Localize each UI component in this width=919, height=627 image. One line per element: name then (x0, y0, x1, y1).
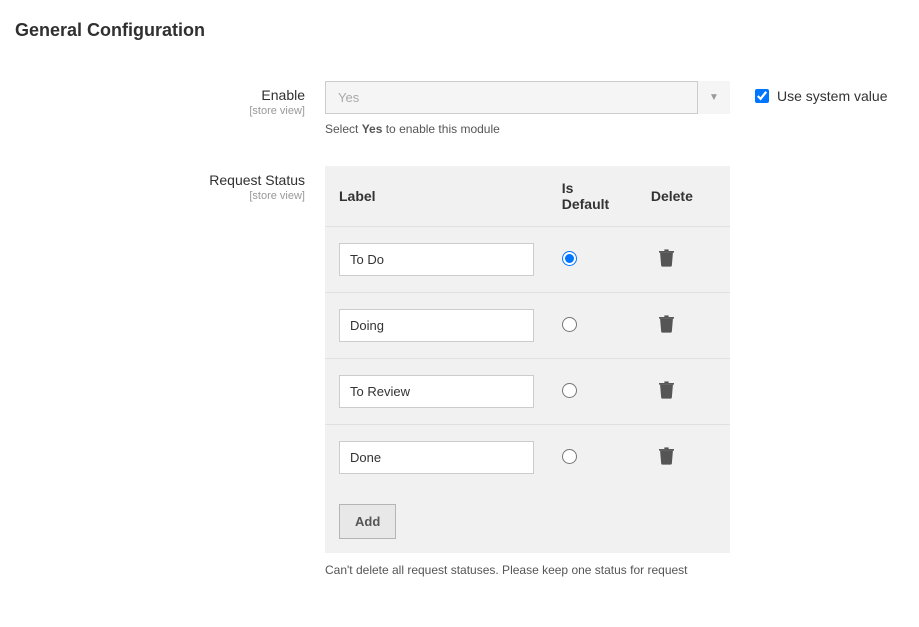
trash-icon[interactable] (659, 315, 674, 336)
enable-select-value: Yes (325, 81, 730, 114)
table-row (325, 293, 730, 359)
enable-note-prefix: Select (325, 122, 362, 136)
table-row (325, 359, 730, 425)
request-status-scope: [store view] (15, 190, 305, 202)
status-label-input[interactable] (339, 309, 534, 342)
section-title: General Configuration (15, 20, 904, 41)
chevron-down-icon: ▼ (697, 81, 730, 114)
status-table: Label Is Default Delete Add (325, 166, 730, 553)
request-status-note: Can't delete all request statuses. Pleas… (325, 563, 730, 577)
trash-icon[interactable] (659, 381, 674, 402)
enable-scope: [store view] (15, 105, 305, 117)
enable-label-col: Enable [store view] (15, 81, 325, 117)
col-header-label: Label (325, 166, 548, 227)
enable-note: Select Yes to enable this module (325, 122, 730, 136)
is-default-radio[interactable] (562, 383, 577, 398)
enable-extra-col: Use system value (730, 81, 887, 104)
enable-field-col: Yes ▼ Select Yes to enable this module (325, 81, 730, 136)
status-label-input[interactable] (339, 243, 534, 276)
enable-label: Enable (15, 87, 305, 103)
request-status-label: Request Status (15, 172, 305, 188)
col-header-is-default: Is Default (548, 166, 637, 227)
enable-note-suffix: to enable this module (382, 122, 499, 136)
is-default-radio[interactable] (562, 251, 577, 266)
use-system-value-checkbox[interactable] (755, 89, 769, 103)
trash-icon[interactable] (659, 447, 674, 468)
enable-select[interactable]: Yes ▼ (325, 81, 730, 114)
use-system-value-wrap[interactable]: Use system value (755, 88, 887, 104)
use-system-value-label: Use system value (777, 88, 887, 104)
col-header-delete: Delete (637, 166, 730, 227)
add-button[interactable]: Add (339, 504, 396, 539)
trash-icon[interactable] (659, 249, 674, 270)
enable-note-strong: Yes (362, 122, 383, 136)
request-status-field-col: Label Is Default Delete Add Can't delete… (325, 166, 730, 577)
request-status-row: Request Status [store view] Label Is Def… (15, 166, 904, 577)
table-row (325, 227, 730, 293)
is-default-radio[interactable] (562, 317, 577, 332)
table-row (325, 425, 730, 491)
status-label-input[interactable] (339, 441, 534, 474)
enable-row: Enable [store view] Yes ▼ Select Yes to … (15, 81, 904, 136)
is-default-radio[interactable] (562, 449, 577, 464)
request-status-label-col: Request Status [store view] (15, 166, 325, 202)
status-label-input[interactable] (339, 375, 534, 408)
